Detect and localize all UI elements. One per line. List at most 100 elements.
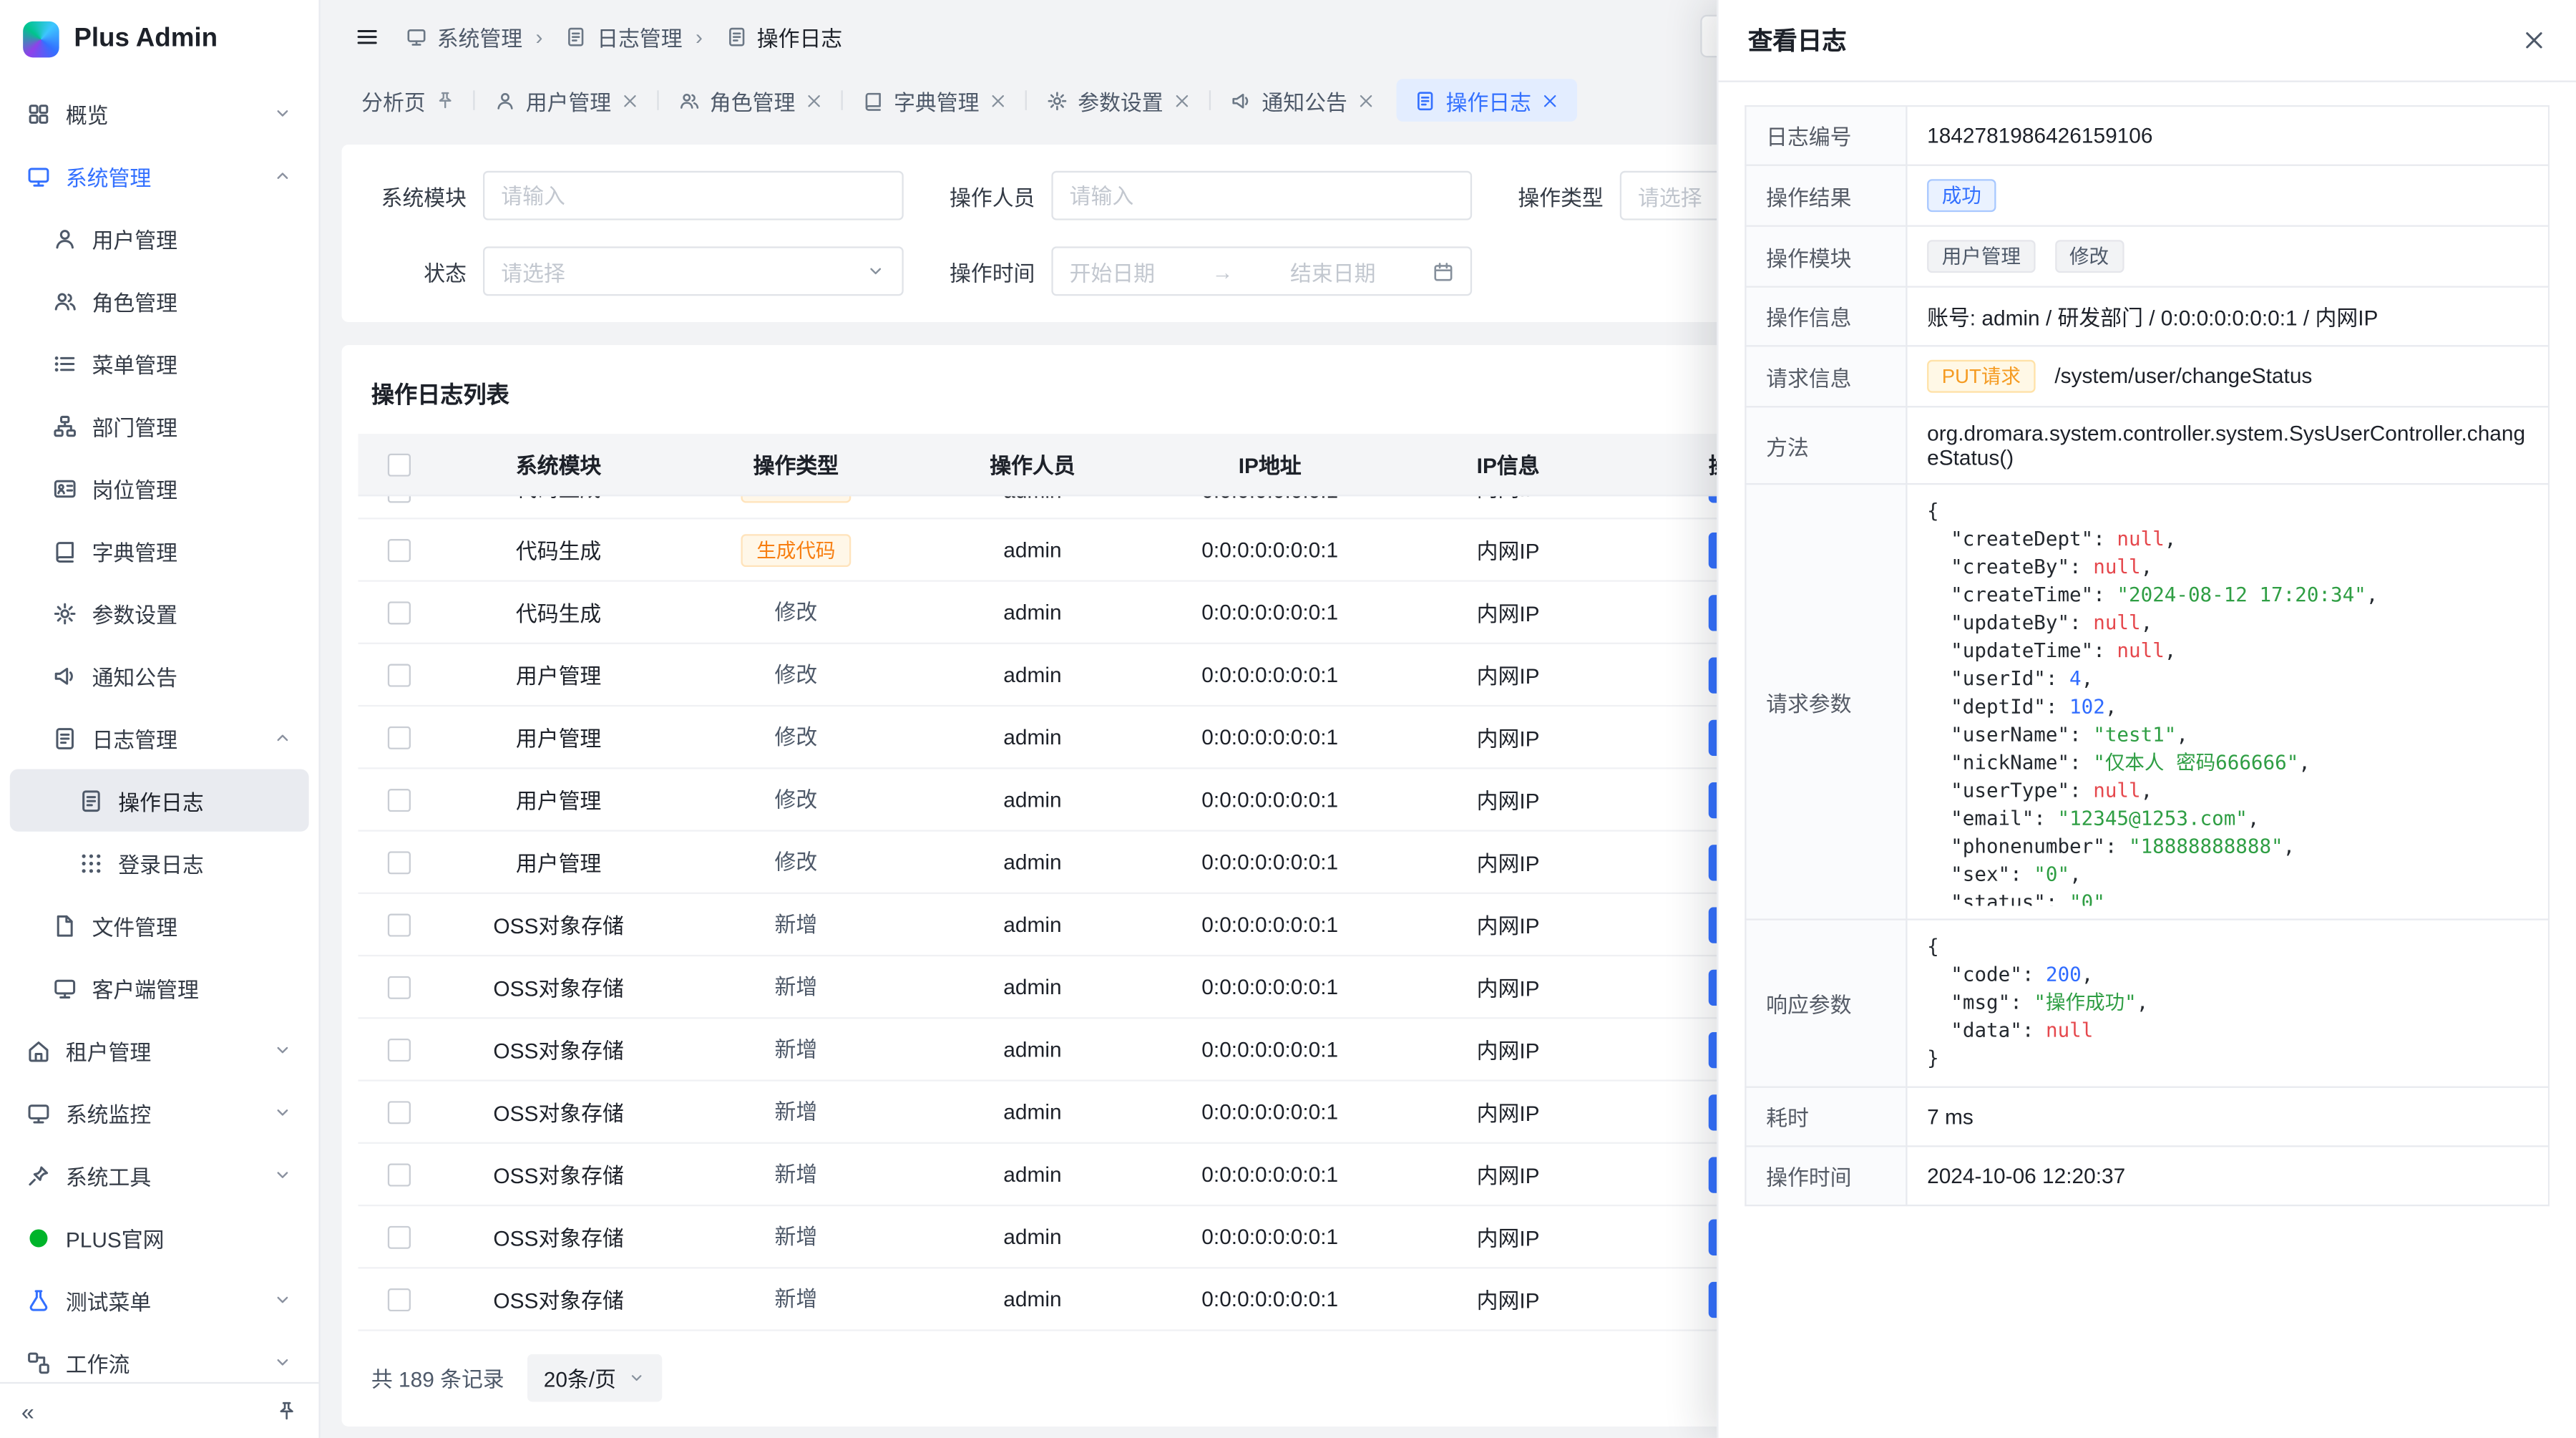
cell-operator: admin: [915, 538, 1150, 562]
row-checkbox[interactable]: [388, 1225, 411, 1248]
sidebar-item[interactable]: 系统监控: [10, 1082, 309, 1144]
menu-item-icon: [52, 476, 77, 500]
row-checkbox[interactable]: [388, 976, 411, 999]
breadcrumb-item[interactable]: › 操作日志: [683, 21, 843, 52]
menu-item-icon: [52, 538, 77, 563]
app-title: Plus Admin: [74, 24, 218, 54]
row-checkbox[interactable]: [388, 538, 411, 561]
time-range-picker[interactable]: 开始日期 → 结束日期: [1051, 246, 1472, 296]
request-method-tag: PUT请求: [1927, 360, 2036, 393]
status-filter-placeholder: 请选择: [501, 256, 565, 287]
sidebar-item[interactable]: 测试菜单: [10, 1268, 309, 1331]
row-checkbox[interactable]: [388, 850, 411, 873]
sidebar-item[interactable]: 工作流: [10, 1331, 309, 1382]
tab[interactable]: 操作日志: [1397, 79, 1578, 122]
sidebar-item[interactable]: 操作日志: [10, 769, 309, 831]
cell-ip-info: 内网IP: [1390, 909, 1626, 941]
cell-ip: 0:0:0:0:0:0:0:1: [1150, 1099, 1390, 1124]
close-icon[interactable]: [2522, 28, 2546, 52]
tab[interactable]: 角色管理: [660, 79, 841, 122]
sidebar-item[interactable]: 概览: [10, 82, 309, 145]
breadcrumb-item[interactable]: › 日志管理: [522, 21, 683, 52]
row-checkbox[interactable]: [388, 913, 411, 936]
sidebar-item[interactable]: 系统管理: [10, 145, 309, 207]
row-checkbox[interactable]: [388, 1038, 411, 1061]
tab-close-icon[interactable]: [621, 91, 639, 109]
range-arrow: →: [1212, 259, 1234, 283]
chevron-icon: [273, 728, 293, 748]
sidebar-item[interactable]: 字典管理: [10, 520, 309, 582]
sidebar-item[interactable]: 系统工具: [10, 1144, 309, 1206]
row-checkbox[interactable]: [388, 601, 411, 623]
cell-ip: 0:0:0:0:0:0:0:1: [1150, 974, 1390, 999]
status-filter-select[interactable]: 请选择: [483, 246, 904, 296]
cell-ip-info: 内网IP: [1390, 1159, 1626, 1190]
row-checkbox-cell: [358, 496, 441, 502]
breadcrumb-icon: [726, 26, 747, 47]
sidebar-item[interactable]: 参数设置: [10, 582, 309, 644]
tab-label: 字典管理: [894, 84, 979, 116]
sidebar-item[interactable]: 登录日志: [10, 832, 309, 894]
cell-ip: 0:0:0:0:0:0:0:1: [1150, 787, 1390, 812]
action-type-tag: 新增: [774, 1034, 817, 1064]
sidebar-item[interactable]: PLUS官网: [10, 1206, 309, 1268]
module-tag: 用户管理: [1927, 240, 2036, 273]
tab[interactable]: 字典管理: [844, 79, 1025, 122]
field-label-op-time: 操作时间: [1745, 1146, 1906, 1205]
tab-icon: [1415, 89, 1436, 111]
row-checkbox[interactable]: [388, 1162, 411, 1185]
cell-action-type: 新增: [677, 910, 915, 939]
module-filter-input[interactable]: [483, 171, 904, 220]
sidebar-collapse-button[interactable]: «: [21, 1399, 34, 1422]
row-checkbox[interactable]: [388, 1100, 411, 1123]
cell-ip-info: 内网IP: [1390, 971, 1626, 1003]
sidebar-item[interactable]: 部门管理: [10, 394, 309, 457]
cell-module: OSS对象存储: [440, 971, 677, 1003]
tab-close-icon[interactable]: [989, 91, 1007, 109]
page-size-select[interactable]: 20条/页: [527, 1354, 662, 1402]
tab-close-icon[interactable]: [1541, 91, 1559, 109]
sidebar-item[interactable]: 租户管理: [10, 1019, 309, 1081]
sidebar-item[interactable]: 日志管理: [10, 706, 309, 769]
sidebar-item[interactable]: 用户管理: [10, 207, 309, 269]
sidebar-item[interactable]: 通知公告: [10, 644, 309, 706]
tab-label: 操作日志: [1446, 84, 1531, 116]
breadcrumb-label: 操作日志: [757, 21, 842, 52]
tab-close-icon[interactable]: [1173, 91, 1191, 109]
col-header-ip-info: IP信息: [1390, 449, 1626, 480]
request-params-code[interactable]: { "createDept": null, "createBy": null, …: [1927, 498, 2528, 905]
sidebar-item[interactable]: 角色管理: [10, 270, 309, 332]
tab-close-icon[interactable]: [805, 91, 823, 109]
field-row-info: 操作信息 账号: admin / 研发部门 / 0:0:0:0:0:0:0:1 …: [1745, 287, 2549, 346]
row-checkbox[interactable]: [388, 726, 411, 749]
sidebar-item[interactable]: 菜单管理: [10, 332, 309, 394]
cell-ip: 0:0:0:0:0:0:0:1: [1150, 600, 1390, 624]
row-checkbox[interactable]: [388, 663, 411, 686]
tab[interactable]: 参数设置: [1028, 79, 1209, 122]
cell-ip: 0:0:0:0:0:0:0:1: [1150, 496, 1390, 502]
sidebar-item[interactable]: 文件管理: [10, 894, 309, 956]
row-checkbox[interactable]: [388, 496, 411, 502]
app-logo[interactable]: Plus Admin: [0, 0, 318, 79]
cell-ip: 0:0:0:0:0:0:0:1: [1150, 1162, 1390, 1186]
operator-filter-input[interactable]: [1051, 171, 1472, 220]
tab[interactable]: 通知公告: [1213, 79, 1394, 122]
tab-close-icon[interactable]: [1357, 91, 1375, 109]
pin-sidebar-icon[interactable]: [276, 1400, 298, 1422]
row-checkbox[interactable]: [388, 1288, 411, 1311]
cell-action-type: 新增: [677, 1284, 915, 1313]
chevron-icon: [273, 1290, 293, 1310]
cell-module: OSS对象存储: [440, 1283, 677, 1315]
sidebar-item[interactable]: 客户端管理: [10, 956, 309, 1019]
tab[interactable]: 分析页: [343, 79, 473, 122]
tab[interactable]: 用户管理: [477, 79, 658, 122]
cell-ip-info: 内网IP: [1390, 1096, 1626, 1127]
row-checkbox[interactable]: [388, 788, 411, 811]
breadcrumb-separator: ›: [696, 24, 703, 48]
select-all-checkbox[interactable]: [388, 453, 411, 476]
sidebar-item-label: 角色管理: [92, 285, 293, 316]
menu-toggle-icon[interactable]: [355, 24, 379, 48]
breadcrumb-item[interactable]: › 系统管理: [406, 21, 522, 52]
pin-icon[interactable]: [435, 90, 455, 110]
sidebar-item[interactable]: 岗位管理: [10, 457, 309, 519]
